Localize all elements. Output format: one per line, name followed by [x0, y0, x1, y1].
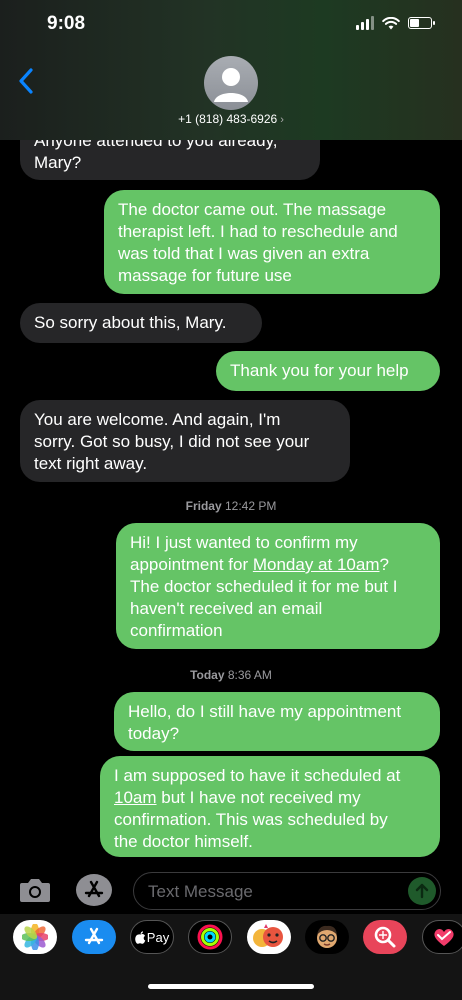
conversation-header: 9:08 +1 (818) 483-6926 ›	[0, 0, 462, 140]
digital-touch-icon	[434, 929, 454, 946]
message-line: Hello, do I still have my appointment	[128, 702, 402, 721]
photos-icon	[22, 924, 48, 950]
app-store-icon	[84, 927, 104, 945]
timestamp: Friday 12:42 PM	[0, 499, 462, 513]
apple-pay-app-button[interactable]: Pay	[130, 920, 174, 954]
message-line: haven't received an email	[130, 599, 323, 618]
message-bubble-outgoing[interactable]: Hello, do I still have my appointment to…	[114, 692, 440, 751]
app-store-icon	[84, 880, 104, 898]
message-line: I am supposed to have it scheduled at	[114, 766, 401, 785]
send-button[interactable]	[408, 877, 436, 905]
timestamp-time: 8:36 AM	[227, 668, 272, 682]
message-line: today?	[128, 724, 180, 743]
message-bubble-outgoing[interactable]: Thank you for your help	[216, 351, 440, 391]
message-text: ?	[379, 555, 389, 574]
message-line: 10am but I have not received my	[114, 787, 426, 809]
digital-touch-app-button[interactable]	[422, 920, 462, 954]
message-line: was told that I was given an extra	[118, 244, 370, 263]
message-input-placeholder: Text Message	[148, 882, 253, 901]
status-icons	[356, 16, 435, 30]
apple-logo-icon	[135, 930, 146, 944]
message-input[interactable]: Text Message	[133, 872, 441, 910]
timestamp-day: Friday	[185, 499, 222, 513]
app-store-app-button[interactable]	[72, 920, 116, 954]
person-silhouette-icon	[214, 68, 248, 102]
message-bubble-incoming[interactable]: You are welcome. And again, I'm sorry. G…	[20, 400, 350, 482]
message-line: confirmation. This was scheduled by	[114, 810, 388, 829]
message-line: sorry. Got so busy, I did not see your	[34, 432, 310, 451]
memoji-icon	[317, 925, 337, 948]
message-text: but I have not received my	[156, 788, 361, 807]
time-link[interactable]: 10am	[114, 788, 157, 807]
apple-pay-icon: Pay	[135, 930, 169, 945]
cellular-signal-icon	[356, 16, 374, 30]
message-bubble-outgoing[interactable]: The doctor came out. The massage therapi…	[104, 190, 440, 294]
message-line: the doctor himself.	[114, 832, 253, 851]
status-time: 9:08	[47, 13, 86, 34]
contact-number: +1 (818) 483-6926	[178, 112, 278, 126]
date-link[interactable]: Monday at 10am	[253, 555, 380, 574]
message-bubble-outgoing[interactable]: I am supposed to have it scheduled at 10…	[100, 756, 440, 857]
camera-icon[interactable]	[18, 876, 52, 904]
message-line: massage for future use	[118, 266, 292, 285]
timestamp-time: 12:42 PM	[224, 499, 277, 513]
back-chevron-icon[interactable]	[14, 66, 40, 96]
activity-icon	[197, 924, 223, 950]
app-store-button[interactable]	[76, 874, 112, 906]
home-indicator[interactable]	[148, 984, 314, 989]
image-search-app-button[interactable]	[363, 920, 407, 954]
battery-icon	[408, 17, 435, 29]
message-text: appointment for	[130, 555, 253, 574]
wifi-icon	[382, 16, 400, 29]
memoji-app-button[interactable]	[305, 920, 349, 954]
message-bubble-outgoing[interactable]: Hi! I just wanted to confirm my appointm…	[116, 523, 440, 649]
arrow-up-icon	[415, 883, 429, 899]
message-line: Mary?	[34, 153, 82, 172]
message-line: appointment for Monday at 10am?	[130, 554, 426, 576]
memoji-stickers-app-button[interactable]	[247, 920, 291, 954]
message-bubble-incoming[interactable]: So sorry about this, Mary.	[20, 303, 262, 343]
activity-app-button[interactable]	[188, 920, 232, 954]
timestamp: Today 8:36 AM	[0, 668, 462, 682]
message-line: confirmation	[130, 621, 223, 640]
memoji-stickers-icon	[253, 924, 283, 947]
timestamp-day: Today	[190, 668, 225, 682]
message-line: Hi! I just wanted to confirm my	[130, 533, 358, 552]
message-line: The doctor scheduled it for me but I	[130, 577, 398, 596]
apple-pay-label: Pay	[146, 929, 170, 945]
photos-app-button[interactable]	[13, 920, 57, 954]
message-line: So sorry about this, Mary.	[34, 313, 227, 332]
image-search-icon	[374, 926, 396, 948]
chevron-right-icon: ›	[280, 114, 284, 126]
contact-name[interactable]: +1 (818) 483-6926 ›	[0, 112, 462, 126]
message-line: therapist left. I had to reschedule and	[118, 222, 398, 241]
message-line: You are welcome. And again, I'm	[34, 410, 281, 429]
message-line: Thank you for your help	[230, 361, 409, 380]
message-line: text right away.	[34, 454, 148, 473]
contact-avatar[interactable]	[204, 56, 258, 110]
message-line: The doctor came out. The massage	[118, 200, 387, 219]
